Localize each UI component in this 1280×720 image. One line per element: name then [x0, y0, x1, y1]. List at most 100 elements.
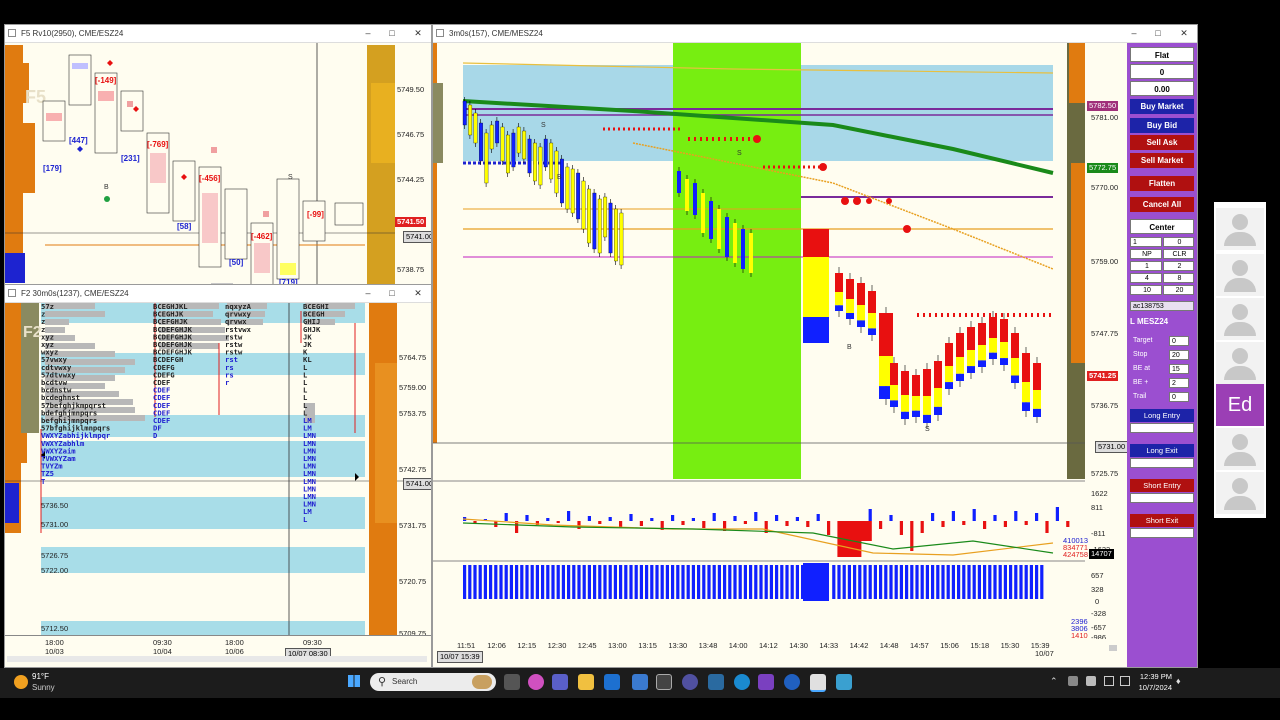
short-entry-button[interactable]: Short Entry [1130, 479, 1194, 492]
task-view-icon[interactable] [504, 674, 520, 690]
long-entry-button[interactable]: Long Entry [1130, 409, 1194, 422]
delta-value: 424758 [1063, 550, 1089, 559]
photos-icon[interactable] [632, 674, 648, 690]
horizontal-scrollbar[interactable] [7, 656, 427, 662]
price-tag: 5741.00 [403, 231, 431, 243]
volume-bar [1014, 565, 1018, 599]
minimize-icon[interactable]: – [361, 27, 375, 39]
participant-avatar[interactable] [1216, 208, 1264, 250]
clr-button[interactable]: CLR [1163, 249, 1194, 259]
edge-icon[interactable] [734, 674, 750, 690]
buy-market-button[interactable]: Buy Market [1130, 99, 1194, 114]
maximize-icon[interactable]: □ [385, 287, 399, 299]
long-exit-button[interactable]: Long Exit [1130, 444, 1194, 457]
start-icon[interactable] [348, 675, 360, 687]
preset-button[interactable]: 1 [1130, 261, 1162, 271]
preset-button[interactable]: 10 [1130, 285, 1162, 295]
tray-icon[interactable] [1068, 676, 1078, 686]
window-f2-tpo[interactable]: F2 30m0s(1237), CME/ESZ24 – □ ✕ F2 57z z… [4, 284, 432, 668]
f2-chart-canvas[interactable]: F2 57zzzzxyzxyzwxyz57vwxycdtvwxy57dtvwxy… [5, 303, 431, 667]
participant-avatar[interactable] [1216, 342, 1264, 384]
weather-icon[interactable] [14, 675, 28, 689]
mail-icon[interactable] [604, 674, 620, 690]
window-titlebar[interactable]: F5 Rv10(2950), CME/ESZ24 – □ ✕ [5, 25, 431, 43]
window-icon [436, 29, 444, 37]
preset-button[interactable]: 4 [1130, 273, 1162, 283]
volume-bar [515, 565, 519, 599]
np-button[interactable]: NP [1130, 249, 1162, 259]
close-icon[interactable]: ✕ [1177, 27, 1191, 39]
volume-bar [884, 565, 888, 599]
be-plus-input[interactable]: 2 [1169, 378, 1189, 388]
clock-time[interactable]: 12:39 PM [1132, 672, 1172, 681]
maximize-icon[interactable]: □ [385, 27, 399, 39]
network-icon[interactable] [1104, 676, 1114, 686]
preset-button[interactable]: 2 [1163, 261, 1194, 271]
scroll-handle[interactable] [1109, 645, 1117, 651]
volume-bar [707, 565, 711, 599]
zoom-icon[interactable] [784, 674, 800, 690]
target-input[interactable]: 0 [1169, 336, 1189, 346]
candle-body [592, 192, 597, 250]
buy-bid-button[interactable]: Buy Bid [1130, 118, 1194, 133]
param-label: Target [1133, 337, 1153, 344]
app-icon[interactable] [682, 674, 698, 690]
file-explorer-icon[interactable] [578, 674, 594, 690]
preset-button[interactable]: 20 [1163, 285, 1194, 295]
trail-input[interactable]: 0 [1169, 392, 1189, 402]
close-icon[interactable]: ✕ [411, 287, 425, 299]
candle-body [890, 363, 898, 385]
window-titlebar[interactable]: 3m0s(157), CME/MESZ24 – □ ✕ [433, 25, 1197, 43]
candle-body [725, 217, 729, 257]
f5-chart-canvas[interactable]: F5 [-149] [447] [179] [231] [-769] [-456… [5, 43, 431, 287]
participant-avatar[interactable] [1216, 298, 1264, 340]
settings-app-icon[interactable] [656, 674, 672, 690]
svg-text:B: B [104, 184, 109, 191]
stop-input[interactable]: 20 [1169, 350, 1189, 360]
flatten-button[interactable]: Flatten [1130, 176, 1194, 191]
svg-text:[-769]: [-769] [147, 140, 169, 149]
account-select[interactable]: ac138753 [1130, 301, 1194, 311]
price-label: 5749.50 [397, 85, 425, 94]
sell-market-button[interactable]: Sell Market [1130, 153, 1194, 168]
minimize-icon[interactable]: – [1127, 27, 1141, 39]
tray-chevron-icon[interactable]: ⌃ [1050, 676, 1058, 687]
clock-date[interactable]: 10/7/2024 [1132, 683, 1172, 692]
notification-bell-icon[interactable]: ♦ [1176, 676, 1181, 686]
visual-studio-icon[interactable] [758, 674, 774, 690]
main-price-chart[interactable]: S B B S S [433, 43, 1127, 667]
be-at-input[interactable]: 15 [1169, 364, 1189, 374]
cancel-all-button[interactable]: Cancel All [1130, 197, 1194, 212]
participant-avatar[interactable] [1216, 472, 1264, 514]
close-icon[interactable]: ✕ [411, 27, 425, 39]
app-icon[interactable] [708, 674, 724, 690]
volume-bar [837, 565, 841, 599]
candle-body [890, 385, 898, 401]
preset-button[interactable]: 8 [1163, 273, 1194, 283]
window-main-chart[interactable]: 3m0s(157), CME/MESZ24 – □ ✕ S B B S S 57… [432, 24, 1198, 668]
volume-bar [775, 565, 779, 599]
participant-avatar[interactable] [1216, 428, 1264, 470]
window-titlebar[interactable]: F2 30m0s(1237), CME/ESZ24 – □ ✕ [5, 285, 431, 303]
search-box[interactable]: ⚲ Search [370, 673, 496, 691]
active-app-icon[interactable] [810, 674, 826, 692]
copilot-icon[interactable] [528, 674, 544, 690]
long-entry-select[interactable] [1130, 423, 1194, 433]
quantity-input[interactable]: 1 [1130, 237, 1162, 247]
short-exit-select[interactable] [1130, 528, 1194, 538]
volume-icon[interactable] [1120, 676, 1130, 686]
participant-avatar-active[interactable]: Ed [1216, 384, 1264, 426]
sell-ask-button[interactable]: Sell Ask [1130, 135, 1194, 150]
delta-bar [1024, 521, 1028, 525]
short-entry-select[interactable] [1130, 493, 1194, 503]
window-f5-chart[interactable]: F5 Rv10(2950), CME/ESZ24 – □ ✕ F5 [-149]… [4, 24, 432, 288]
minimize-icon[interactable]: – [361, 287, 375, 299]
long-exit-select[interactable] [1130, 458, 1194, 468]
short-exit-button[interactable]: Short Exit [1130, 514, 1194, 527]
app-icon[interactable] [836, 674, 852, 690]
center-button[interactable]: Center [1130, 219, 1194, 234]
tray-icon[interactable] [1086, 676, 1096, 686]
participant-avatar[interactable] [1216, 254, 1264, 296]
maximize-icon[interactable]: □ [1151, 27, 1165, 39]
teams-icon[interactable] [552, 674, 568, 690]
